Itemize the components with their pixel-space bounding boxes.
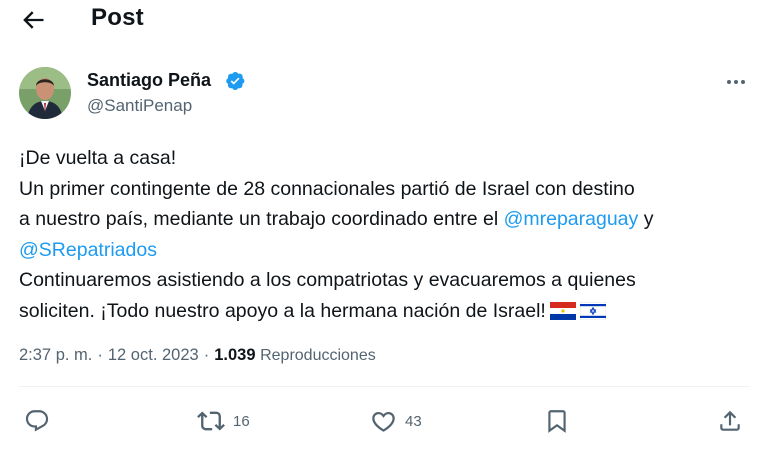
israel-flag-icon xyxy=(579,299,607,330)
bookmark-button[interactable] xyxy=(544,406,570,436)
back-arrow-icon[interactable] xyxy=(19,6,47,34)
tweet-line: soliciten. ¡Todo nuestro apoyo a la herm… xyxy=(19,296,764,330)
tweet-line-text: soliciten. ¡Todo nuestro apoyo a la herm… xyxy=(19,299,546,322)
like-button[interactable]: 43 xyxy=(370,406,422,436)
page-title: Post xyxy=(91,4,144,31)
separator: · xyxy=(203,346,210,364)
post-meta: 2:37 p. m. · 12 oct. 2023 · 1.039 Reproducci… xyxy=(19,346,376,365)
tweet-line: Un primer contingente de 28 connacionale… xyxy=(19,177,635,200)
retweet-count: 16 xyxy=(233,412,250,430)
avatar[interactable] xyxy=(19,67,71,119)
tweet-text: ¡De vuelta a casa! Un primer contingente… xyxy=(19,143,764,329)
author-name[interactable]: Santiago Peña xyxy=(87,70,211,91)
retweet-icon xyxy=(197,407,225,435)
tweet-line-text: a nuestro país, mediante un trabajo coor… xyxy=(19,208,504,230)
retweet-button[interactable]: 16 xyxy=(197,406,250,436)
paraguay-flag-icon xyxy=(549,299,576,330)
views-label[interactable]: Reproducciones xyxy=(260,347,376,364)
share-button[interactable] xyxy=(717,406,743,436)
top-bar: Post xyxy=(0,0,770,40)
like-count: 43 xyxy=(405,412,422,430)
separator: · xyxy=(97,346,103,364)
views-count[interactable]: 1.039 xyxy=(214,346,255,364)
mention-link-mreparaguay[interactable]: @mreparaguay xyxy=(504,208,639,230)
reply-icon xyxy=(24,408,50,434)
author-handle[interactable]: @SantiPenap xyxy=(87,96,192,116)
verified-badge-icon xyxy=(224,70,246,92)
tweet-line: ¡De vuelta a casa! xyxy=(19,147,177,169)
bookmark-icon xyxy=(544,408,570,434)
post-time[interactable]: 2:37 p. m. xyxy=(19,346,92,364)
post-date[interactable]: 12 oct. 2023 xyxy=(108,346,199,364)
tweet-line: @SRepatriados xyxy=(19,235,764,266)
tweet-line: Continuaremos asistiendo a los compatrio… xyxy=(19,269,636,291)
tweet-line: a nuestro país, mediante un trabajo coor… xyxy=(19,204,764,235)
heart-icon xyxy=(370,408,397,435)
more-options-icon[interactable] xyxy=(724,70,748,94)
mention-link-srepatriados[interactable]: @SRepatriados xyxy=(19,239,157,261)
divider xyxy=(19,386,750,387)
reply-button[interactable] xyxy=(24,406,50,436)
share-icon xyxy=(717,408,743,434)
tweet-line-text: y xyxy=(638,208,654,230)
